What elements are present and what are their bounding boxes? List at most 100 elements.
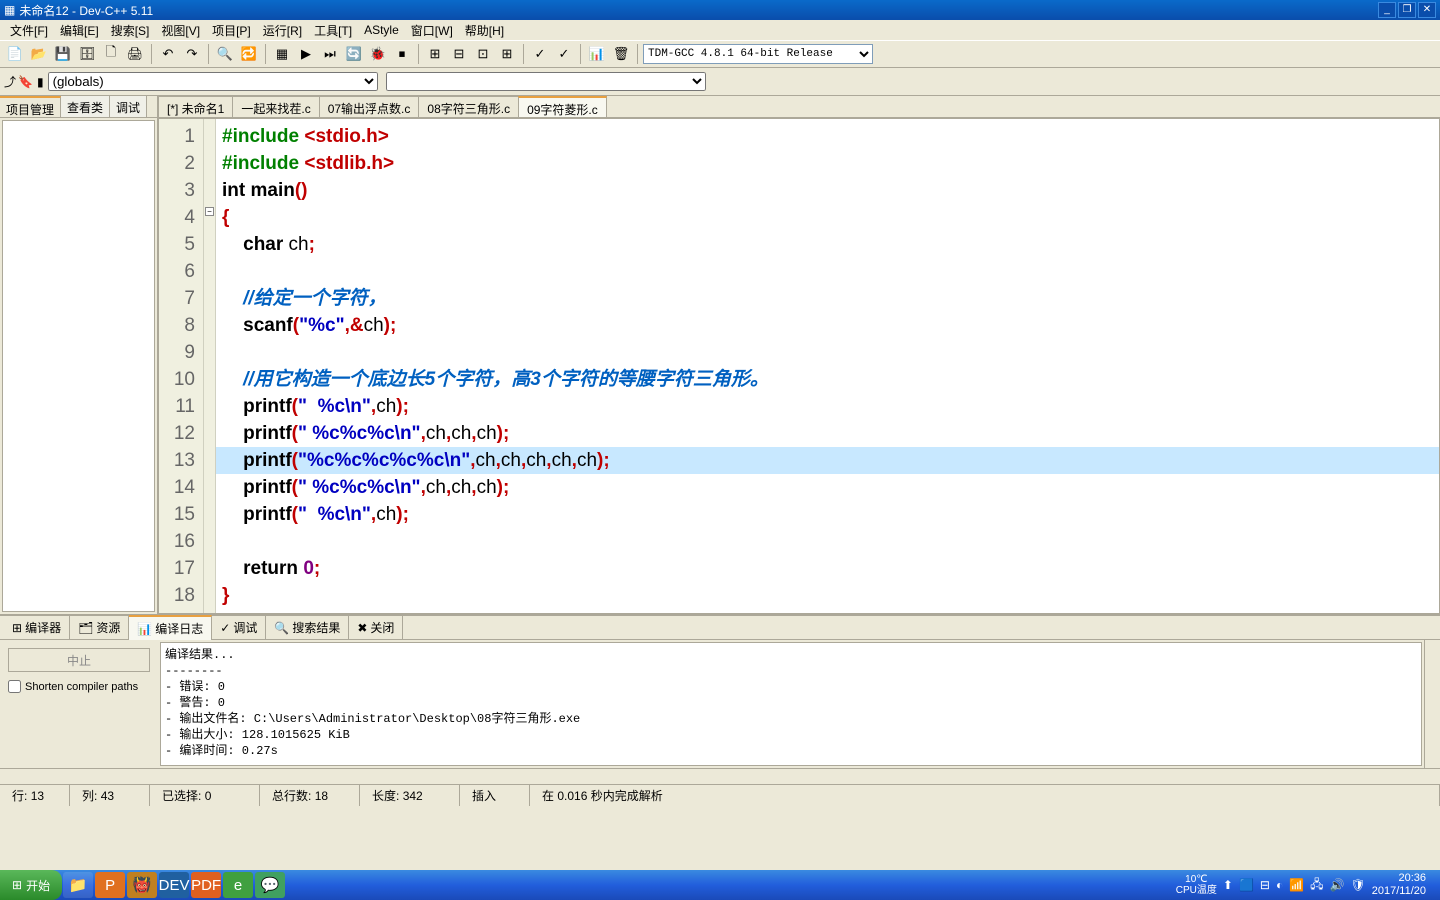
menu-item[interactable]: 运行[R]	[257, 20, 308, 41]
side-tab[interactable]: 查看类	[61, 96, 110, 117]
compile-run-button[interactable]: ⏭	[319, 43, 341, 65]
menu-item[interactable]: AStyle	[358, 21, 405, 39]
bookmark-button[interactable]: 🔖	[18, 75, 33, 89]
taskbar-app-7[interactable]: 💬	[255, 872, 285, 898]
menu-item[interactable]: 文件[F]	[4, 20, 54, 41]
run-button[interactable]: ▶	[295, 43, 317, 65]
maximize-button[interactable]: ❐	[1398, 2, 1416, 18]
tray-temp: 10℃ CPU温度	[1176, 874, 1217, 896]
file-tab[interactable]: 07输出浮点数.c	[319, 96, 420, 117]
file-tab[interactable]: 08字符三角形.c	[418, 96, 519, 117]
redo-button[interactable]: ↷	[181, 43, 203, 65]
replace-button[interactable]: 🔁	[238, 43, 260, 65]
debug-button[interactable]: 🐞	[367, 43, 389, 65]
side-tab[interactable]: 调试	[110, 96, 147, 117]
print-button[interactable]: 🖨	[124, 43, 146, 65]
output-tab[interactable]: 📊编译日志	[129, 615, 212, 640]
code-editor[interactable]: 123456789101112131415161718 − #include <…	[158, 118, 1440, 614]
output-tab[interactable]: ✖关闭	[349, 616, 403, 639]
taskbar-app-5[interactable]: PDF	[191, 872, 221, 898]
output-scrollbar-v[interactable]	[1424, 640, 1440, 768]
tool-button-3[interactable]: ⊡	[472, 43, 494, 65]
goto-button[interactable]: ⤴	[4, 73, 16, 90]
side-tab[interactable]: 项目管理	[0, 96, 61, 117]
tray-icon-8[interactable]: 🛡	[1351, 878, 1366, 892]
tray-icon-7[interactable]: 🔊	[1330, 878, 1345, 892]
windows-icon: ⊞	[12, 878, 22, 892]
open-button[interactable]: 📂	[28, 43, 50, 65]
output-tab[interactable]: 🗂资源	[70, 616, 129, 639]
tool-button-1[interactable]: ⊞	[424, 43, 446, 65]
abort-button[interactable]: 中止	[8, 648, 150, 672]
minimize-button[interactable]: _	[1378, 2, 1396, 18]
tab-icon: ✖	[357, 621, 367, 635]
file-tabs: [*] 未命名1一起来找茬.c07输出浮点数.c08字符三角形.c09字符菱形.…	[158, 96, 1440, 118]
tray-icon-6[interactable]: 🖧	[1310, 875, 1323, 896]
taskbar: ⊞ 开始 📁 P 👹 DEV PDF e 💬 10℃ CPU温度 ⬆ 🟦 ⊟ ◐…	[0, 870, 1440, 900]
window-title: 未命名12 - Dev-C++ 5.11	[19, 2, 1378, 19]
close-file-button[interactable]: 🗋	[100, 43, 122, 65]
titlebar: ▦ 未命名12 - Dev-C++ 5.11 _ ❐ ✕	[0, 0, 1440, 20]
tab-icon: ⊞	[12, 621, 22, 635]
menu-item[interactable]: 编辑[E]	[54, 20, 105, 41]
compile-button[interactable]: ▦	[271, 43, 293, 65]
tray-icon-4[interactable]: ◐	[1276, 878, 1283, 892]
find-button[interactable]: 🔍	[214, 43, 236, 65]
tool-button-4[interactable]: ⊞	[496, 43, 518, 65]
menu-item[interactable]: 项目[P]	[206, 20, 257, 41]
menu-item[interactable]: 工具[T]	[308, 20, 358, 41]
tool-button-6[interactable]: ✓	[553, 43, 575, 65]
close-button[interactable]: ✕	[1418, 2, 1436, 18]
tray-icon-5[interactable]: 📶	[1289, 878, 1304, 892]
menubar: 文件[F]编辑[E]搜索[S]视图[V]项目[P]运行[R]工具[T]AStyl…	[0, 20, 1440, 40]
rebuild-button[interactable]: 🔄	[343, 43, 365, 65]
output-tab[interactable]: 🔍搜索结果	[266, 616, 349, 639]
file-tab[interactable]: 一起来找茬.c	[232, 96, 319, 117]
project-tree[interactable]	[2, 120, 155, 612]
menu-item[interactable]: 视图[V]	[155, 20, 206, 41]
line-gutter: 123456789101112131415161718	[159, 119, 204, 613]
start-button[interactable]: ⊞ 开始	[0, 870, 62, 900]
taskbar-clock[interactable]: 20:36 2017/11/20	[1372, 872, 1432, 898]
member-select[interactable]	[386, 72, 706, 91]
output-tab[interactable]: ⊞编译器	[4, 616, 70, 639]
taskbar-app-2[interactable]: P	[95, 872, 125, 898]
fold-marker[interactable]: −	[205, 207, 214, 216]
shorten-paths-input[interactable]	[8, 680, 21, 693]
tray-icon-3[interactable]: ⊟	[1260, 878, 1270, 892]
tab-icon: ✓	[220, 621, 230, 635]
tray-icon-2[interactable]: 🟦	[1239, 878, 1254, 892]
main-toolbar: 📄 📂 💾 🗄 🗋 🖨 ↶ ↷ 🔍 🔁 ▦ ▶ ⏭ 🔄 🐞 ⏹ ⊞ ⊟ ⊡ ⊞ …	[0, 40, 1440, 68]
file-tab[interactable]: [*] 未命名1	[158, 96, 233, 117]
save-all-button[interactable]: 🗄	[76, 43, 98, 65]
system-tray: 10℃ CPU温度 ⬆ 🟦 ⊟ ◐ 📶 🖧 🔊 🛡 20:36 2017/11/…	[1168, 872, 1440, 898]
undo-button[interactable]: ↶	[157, 43, 179, 65]
fold-gutter[interactable]: −	[204, 119, 216, 613]
tool-button-2[interactable]: ⊟	[448, 43, 470, 65]
taskbar-app-4[interactable]: DEV	[159, 872, 189, 898]
stop-button[interactable]: ⏹	[391, 43, 413, 65]
taskbar-app-3[interactable]: 👹	[127, 872, 157, 898]
file-tab[interactable]: 09字符菱形.c	[518, 96, 607, 117]
menu-item[interactable]: 窗口[W]	[405, 20, 459, 41]
tray-icon-1[interactable]: ⬆	[1223, 878, 1233, 892]
taskbar-app-6[interactable]: e	[223, 872, 253, 898]
menu-item[interactable]: 搜索[S]	[105, 20, 156, 41]
output-tab[interactable]: ✓调试	[212, 616, 266, 639]
save-button[interactable]: 💾	[52, 43, 74, 65]
compiler-select[interactable]: TDM-GCC 4.8.1 64-bit Release	[643, 44, 873, 64]
side-panel: 项目管理查看类调试	[0, 96, 158, 614]
menu-item[interactable]: 帮助[H]	[459, 20, 510, 41]
compile-output[interactable]: 编译结果... -------- - 错误: 0 - 警告: 0 - 输出文件名…	[160, 642, 1422, 766]
profile-button[interactable]: 📊	[586, 43, 608, 65]
scope-select[interactable]: (globals)	[48, 72, 378, 91]
code-content[interactable]: #include <stdio.h>#include <stdlib.h>int…	[216, 119, 1439, 613]
tool-button-5[interactable]: ✓	[529, 43, 551, 65]
output-scrollbar-h[interactable]	[0, 768, 1440, 784]
new-file-button[interactable]: 📄	[4, 43, 26, 65]
toggle-button[interactable]: ▮	[37, 75, 44, 89]
shorten-paths-checkbox[interactable]: Shorten compiler paths	[8, 680, 150, 693]
taskbar-app-1[interactable]: 📁	[63, 872, 93, 898]
delete-profile-button[interactable]: 🗑	[610, 43, 632, 65]
app-icon: ▦	[4, 3, 15, 17]
